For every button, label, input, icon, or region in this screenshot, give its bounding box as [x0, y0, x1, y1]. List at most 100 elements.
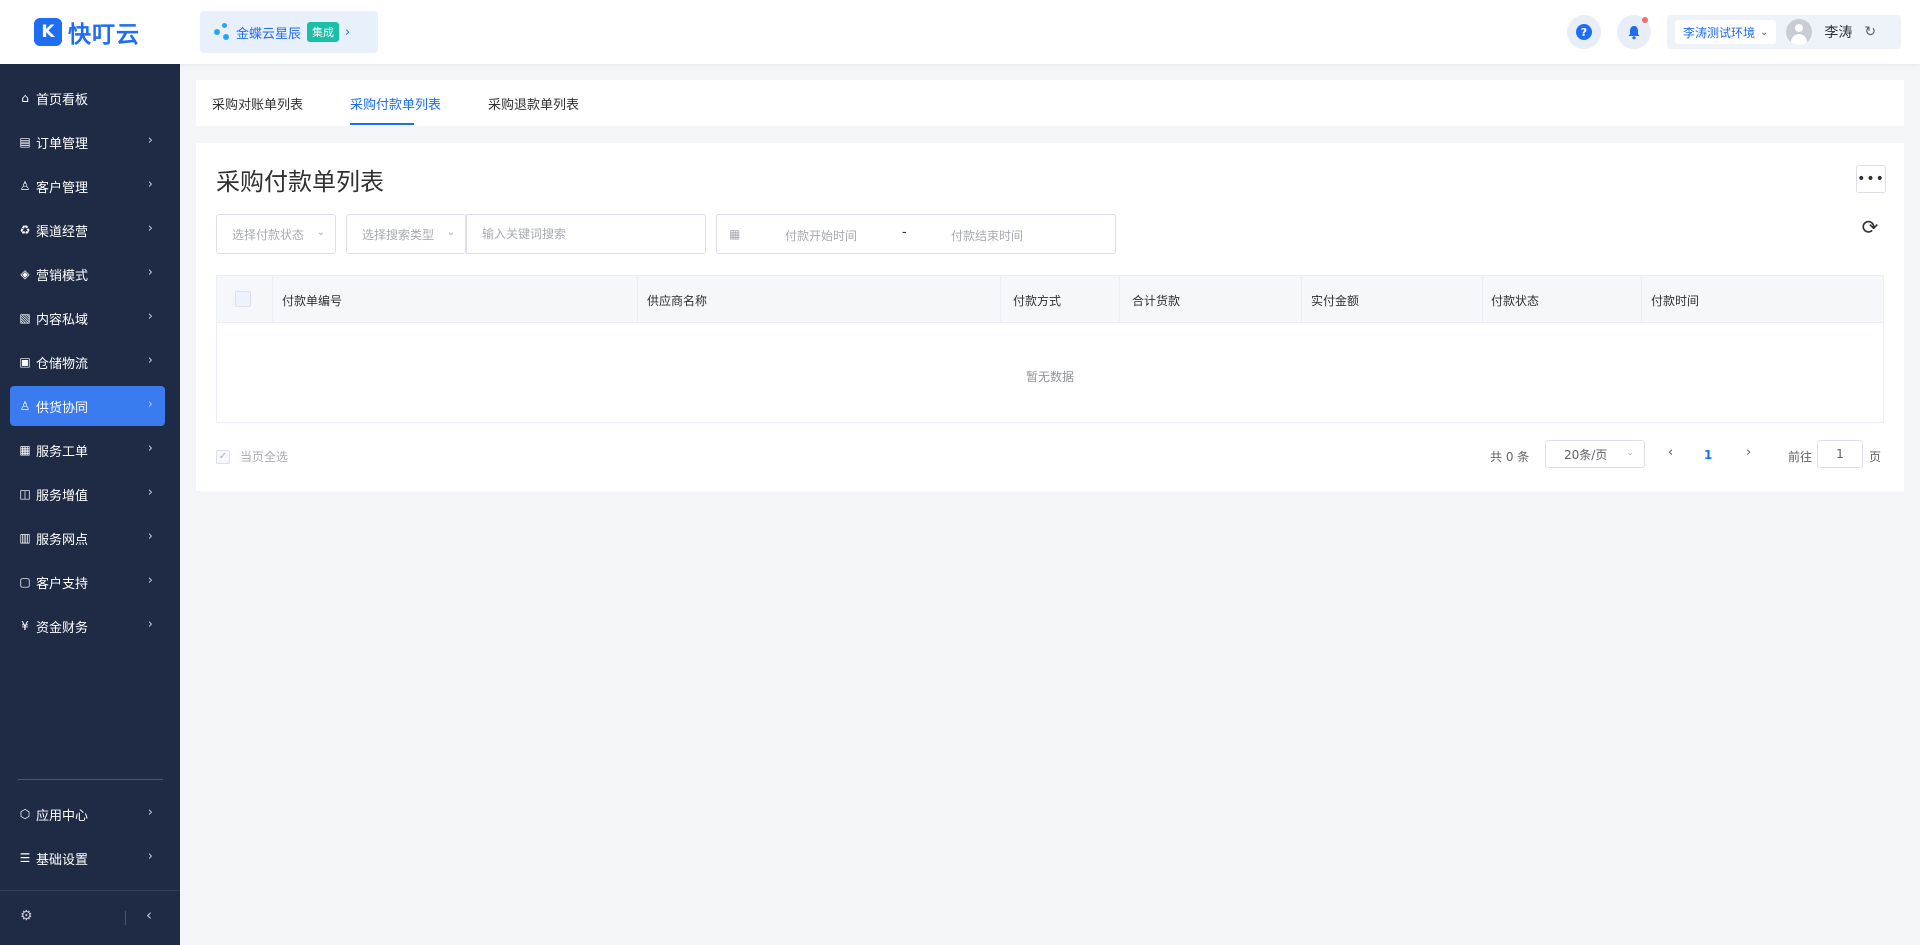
column-divider [637, 276, 638, 322]
app-center-icon: ⬡ [19, 807, 31, 821]
workspace-badge: 集成 [307, 22, 340, 42]
payment-table: 付款单编号 供应商名称 付款方式 合计货款 实付金额 付款状态 付款时间 暂无数… [216, 275, 1884, 423]
goto-label: 前往 [1788, 450, 1813, 464]
notification-button[interactable] [1617, 15, 1651, 49]
logo-mark-icon: K [34, 18, 62, 46]
sidebar-item-home[interactable]: ⌂ 首页看板 [10, 78, 165, 118]
chevron-down-icon: ⌄ [446, 227, 455, 238]
sidebar-item-warehouse[interactable]: ▣ 仓储物流 › [10, 342, 165, 382]
column-header-payment-status: 付款状态 [1491, 294, 1540, 308]
sidebar: ⌂ 首页看板 ▤ 订单管理 › ♙ 客户管理 › ♻ 渠道经营 › ◈ 营销模式 › ▧ 内容私域 › ▣ 仓储物流… [0, 64, 180, 945]
more-options-button[interactable]: ••• [1856, 165, 1886, 193]
goto-page-input[interactable] [1817, 440, 1863, 468]
column-divider [272, 276, 273, 322]
reload-icon[interactable]: ⟳ [1858, 215, 1882, 239]
date-start-placeholder[interactable]: 付款开始时间 [785, 227, 857, 244]
chevron-right-icon: › [147, 397, 153, 412]
column-header-payment-time: 付款时间 [1651, 294, 1700, 308]
sidebar-item-label: 基础设置 [36, 852, 89, 868]
sidebar-item-label: 供货协同 [36, 400, 89, 416]
customers-icon: ♙ [19, 179, 31, 193]
tab-reconciliation[interactable]: 采购对账单列表 [212, 94, 303, 113]
workspace-name: 金蝶云星辰 [236, 26, 302, 42]
brand-name: 快叮云 [68, 22, 140, 48]
chevron-right-icon: › [345, 24, 351, 40]
chevron-right-icon: › [147, 529, 153, 544]
sidebar-item-content[interactable]: ▧ 内容私域 › [10, 298, 165, 338]
keyword-search-input[interactable] [466, 214, 706, 254]
sidebar-item-marketing[interactable]: ◈ 营销模式 › [10, 254, 165, 294]
user-area: 李涛测试环境 ⌄ 李涛 ↻ [1667, 15, 1901, 49]
sidebar-item-service-orders[interactable]: ▦ 服务工单 › [10, 430, 165, 470]
chevron-right-icon: › [147, 265, 153, 280]
chevron-right-icon: › [147, 441, 153, 456]
sidebar-item-label: 服务网点 [36, 532, 89, 548]
base-settings-icon: ☰ [19, 851, 31, 865]
chevron-right-icon: › [147, 309, 153, 324]
select-page-checkbox[interactable]: ✓ 当页全选 [216, 448, 288, 465]
column-header-payment-no: 付款单编号 [282, 294, 343, 308]
sidebar-item-service-points[interactable]: ▥ 服务网点 › [10, 518, 165, 558]
select-all-checkbox[interactable] [235, 291, 251, 307]
date-range-separator: - [902, 225, 907, 240]
main-panel: 采购付款单列表 ••• ⟳ 选择付款状态 ⌄ 选择搜索类型 ⌄ ▦ 付款开始时间… [196, 143, 1904, 491]
page-number-current[interactable]: 1 [1704, 448, 1712, 462]
help-icon: ? [1576, 24, 1592, 40]
total-count: 共 0 条 [1490, 450, 1530, 464]
sidebar-item-supply[interactable]: ♙ 供货协同 › [10, 386, 165, 426]
sidebar-item-orders[interactable]: ▤ 订单管理 › [10, 122, 165, 162]
sidebar-item-label: 客户支持 [36, 576, 89, 592]
workspace-dots-icon [214, 23, 230, 41]
select-page-label: 当页全选 [240, 450, 289, 464]
environment-label: 李涛测试环境 [1683, 25, 1756, 40]
collapse-sidebar-icon[interactable]: ‹ [146, 906, 152, 924]
sidebar-item-finance[interactable]: ¥ 资金财务 › [10, 606, 165, 646]
help-button[interactable]: ? [1567, 15, 1601, 49]
footer-separator [125, 911, 126, 925]
sidebar-item-label: 客户管理 [36, 180, 89, 196]
sidebar-item-value-added[interactable]: ◫ 服务增值 › [10, 474, 165, 514]
column-header-paid-amount: 实付金额 [1311, 294, 1360, 308]
search-type-select[interactable]: 选择搜索类型 ⌄ [346, 214, 466, 254]
sidebar-item-app-center[interactable]: ⬡ 应用中心 › [10, 794, 165, 834]
sidebar-item-label: 应用中心 [36, 808, 89, 824]
page-size-value: 20条/页 [1564, 447, 1608, 462]
settings-gear-icon[interactable]: ⚙ [20, 908, 33, 924]
chevron-down-icon: ⌄ [1760, 26, 1769, 38]
payment-status-select[interactable]: 选择付款状态 ⌄ [216, 214, 336, 254]
logo[interactable]: K 快叮云 [0, 0, 180, 64]
sidebar-item-support[interactable]: ▢ 客户支持 › [10, 562, 165, 602]
tab-refund[interactable]: 采购退款单列表 [488, 94, 579, 113]
prev-page-icon[interactable]: ‹ [1668, 445, 1673, 460]
workspace-switcher[interactable]: 金蝶云星辰 集成 › [200, 11, 378, 53]
warehouse-icon: ▣ [19, 355, 31, 369]
calendar-icon: ▦ [729, 227, 741, 241]
chevron-right-icon: › [147, 573, 153, 588]
sidebar-item-channels[interactable]: ♻ 渠道经营 › [10, 210, 165, 250]
column-divider [1000, 276, 1001, 322]
column-header-total-goods: 合计货款 [1132, 294, 1181, 308]
goto-unit: 页 [1869, 450, 1882, 464]
marketing-icon: ◈ [20, 267, 30, 281]
top-bar: K 快叮云 金蝶云星辰 集成 › ? 李涛测试环境 ⌄ 李涛 ↻ [0, 0, 1920, 64]
date-end-placeholder[interactable]: 付款结束时间 [951, 227, 1023, 244]
bell-icon [1628, 25, 1640, 39]
sidebar-item-customers[interactable]: ♙ 客户管理 › [10, 166, 165, 206]
user-name[interactable]: 李涛 [1824, 22, 1852, 42]
environment-select[interactable]: 李涛测试环境 ⌄ [1675, 20, 1777, 44]
empty-state-text: 暂无数据 [1025, 370, 1074, 384]
sidebar-item-base-settings[interactable]: ☰ 基础设置 › [10, 838, 165, 878]
tab-payment[interactable]: 采购付款单列表 [350, 94, 441, 113]
refresh-icon[interactable]: ↻ [1864, 24, 1876, 40]
next-page-icon[interactable]: › [1746, 445, 1751, 460]
supply-icon: ♙ [19, 399, 31, 413]
sidebar-item-label: 订单管理 [36, 136, 89, 152]
page-title: 采购付款单列表 [216, 168, 384, 196]
page-size-select[interactable]: 20条/页 ⌄ [1545, 440, 1645, 468]
date-range-picker[interactable]: ▦ 付款开始时间 - 付款结束时间 [716, 214, 1116, 254]
column-divider [1482, 276, 1483, 322]
avatar[interactable] [1786, 19, 1813, 45]
service-points-icon: ▥ [19, 531, 31, 545]
active-tab-indicator [350, 123, 414, 125]
checkbox-check-icon: ✓ [216, 449, 230, 464]
